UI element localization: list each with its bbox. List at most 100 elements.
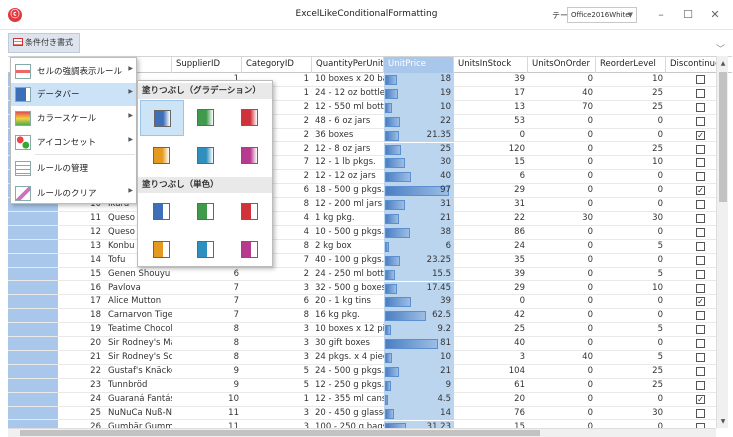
reorder-cell[interactable]: 25 — [596, 379, 666, 393]
column-header-categoryid[interactable]: CategoryID — [242, 57, 312, 73]
stock-cell[interactable]: 120 — [454, 143, 528, 157]
reorder-cell[interactable]: 0 — [596, 337, 666, 351]
table-row[interactable]: 18Carnarvon Tigers7816 kg pkg.62.54200 — [8, 309, 720, 324]
disc-cell[interactable]: ✓ — [666, 129, 720, 143]
horizontal-scroll-thumb[interactable] — [20, 430, 540, 436]
disc-cell[interactable] — [666, 407, 720, 421]
name-cell[interactable]: Sir Rodney's Scones — [105, 351, 172, 365]
minimize-button[interactable]: – — [651, 6, 671, 24]
price-cell[interactable]: 97 — [384, 184, 454, 199]
price-cell[interactable]: 15.5 — [384, 267, 454, 282]
vertical-scroll-thumb[interactable] — [719, 72, 727, 202]
reorder-cell[interactable]: 10 — [596, 73, 666, 87]
reorder-cell[interactable]: 5 — [596, 240, 666, 254]
order-cell[interactable]: 0 — [528, 184, 596, 198]
order-cell[interactable]: 0 — [528, 156, 596, 170]
order-cell[interactable]: 0 — [528, 170, 596, 184]
order-cell[interactable]: 0 — [528, 129, 596, 143]
stock-cell[interactable]: 24 — [454, 240, 528, 254]
name-cell[interactable]: Alice Mutton — [105, 295, 172, 309]
price-cell[interactable]: 14 — [384, 406, 454, 421]
discontinued-checkbox[interactable] — [696, 172, 705, 182]
discontinued-checkbox[interactable] — [696, 325, 705, 335]
disc-cell[interactable] — [666, 170, 720, 184]
stock-cell[interactable]: 25 — [454, 323, 528, 337]
qty-cell[interactable]: 12 - 12 oz jars — [312, 170, 384, 184]
gradient-databar-option[interactable] — [140, 138, 184, 174]
stock-cell[interactable]: 40 — [454, 337, 528, 351]
discontinued-checkbox[interactable] — [696, 269, 705, 279]
category-cell[interactable]: 3 — [242, 351, 312, 365]
close-button[interactable]: ✕ — [705, 6, 725, 24]
name-cell[interactable]: Sir Rodney's Marmalade — [105, 337, 172, 351]
price-cell[interactable]: 6 — [384, 239, 454, 254]
disc-cell[interactable] — [666, 87, 720, 101]
order-cell[interactable]: 70 — [528, 101, 596, 115]
order-cell[interactable]: 0 — [528, 365, 596, 379]
column-header-unitsinstock[interactable]: UnitsInStock — [454, 57, 528, 73]
column-header-unitsonorder[interactable]: UnitsOnOrder — [528, 57, 596, 73]
qty-cell[interactable]: 24 pkgs. x 4 pieces — [312, 351, 384, 365]
discontinued-checkbox[interactable]: ✓ — [696, 186, 705, 196]
product-id-cell[interactable]: 24 — [58, 393, 104, 407]
gradient-databar-option[interactable] — [184, 100, 228, 136]
qty-cell[interactable]: 18 - 500 g pkgs. — [312, 184, 384, 198]
name-cell[interactable]: Guaraná Fantástica — [105, 393, 172, 407]
order-cell[interactable]: 30 — [528, 212, 596, 226]
category-cell[interactable]: 8 — [242, 309, 312, 323]
maximize-button[interactable]: ☐ — [678, 6, 698, 24]
reorder-cell[interactable]: 30 — [596, 407, 666, 421]
order-cell[interactable]: 0 — [528, 254, 596, 268]
reorder-cell[interactable]: 25 — [596, 365, 666, 379]
table-row[interactable]: 15Genen Shouyu6224 - 250 ml bottles 15.53… — [8, 267, 720, 282]
menu-item-databar[interactable]: データバー ▶ — [11, 83, 136, 106]
stock-cell[interactable]: 86 — [454, 226, 528, 240]
order-cell[interactable]: 0 — [528, 143, 596, 157]
price-cell[interactable]: 9 — [384, 378, 454, 393]
price-cell[interactable]: 21 — [384, 364, 454, 379]
reorder-cell[interactable]: 25 — [596, 101, 666, 115]
menu-item-color-scale[interactable]: カラースケール ▶ — [11, 107, 136, 130]
disc-cell[interactable] — [666, 282, 720, 296]
disc-cell[interactable] — [666, 115, 720, 129]
reorder-cell[interactable]: 5 — [596, 268, 666, 282]
reorder-cell[interactable]: 0 — [596, 393, 666, 407]
disc-cell[interactable] — [666, 309, 720, 323]
supplier-cell[interactable]: 8 — [172, 337, 242, 351]
category-cell[interactable]: 5 — [242, 365, 312, 379]
discontinued-checkbox[interactable]: ✓ — [696, 297, 705, 307]
disc-cell[interactable] — [666, 101, 720, 115]
product-id-cell[interactable]: 25 — [58, 407, 104, 421]
qty-cell[interactable]: 32 - 500 g boxes — [312, 282, 384, 296]
table-row[interactable]: 20Sir Rodney's Marmalade8330 gift boxes 8… — [8, 337, 720, 351]
reorder-cell[interactable]: 10 — [596, 282, 666, 296]
discontinued-checkbox[interactable] — [696, 158, 705, 168]
supplier-cell[interactable]: 11 — [172, 407, 242, 421]
discontinued-checkbox[interactable] — [696, 353, 705, 362]
table-row[interactable]: 22Gustaf's Knäckebröd9524 - 500 g pkgs. 2… — [8, 364, 720, 379]
discontinued-checkbox[interactable] — [696, 241, 705, 251]
product-id-cell[interactable]: 22 — [58, 365, 104, 379]
disc-cell[interactable] — [666, 254, 720, 268]
discontinued-checkbox[interactable] — [696, 227, 705, 237]
order-cell[interactable]: 0 — [528, 268, 596, 282]
solid-databar-option[interactable] — [184, 194, 228, 230]
reorder-cell[interactable]: 0 — [596, 129, 666, 143]
order-cell[interactable]: 0 — [528, 240, 596, 254]
disc-cell[interactable]: ✓ — [666, 295, 720, 309]
disc-cell[interactable] — [666, 73, 720, 87]
category-cell[interactable]: 6 — [242, 295, 312, 309]
supplier-cell[interactable]: 9 — [172, 379, 242, 393]
ribbon-collapse-chevron-icon[interactable]: ﹀ — [716, 42, 725, 55]
price-cell[interactable]: 21.35 — [384, 128, 454, 143]
theme-select[interactable]: Office2016White ▼ — [567, 7, 637, 23]
name-cell[interactable]: Teatime Chocolate Biscuits — [105, 323, 172, 337]
category-cell[interactable]: 5 — [242, 379, 312, 393]
column-header-supplierid[interactable]: SupplierID — [172, 57, 242, 73]
column-header-unitprice[interactable]: UnitPrice — [384, 57, 454, 73]
solid-databar-option[interactable] — [228, 232, 272, 268]
product-id-cell[interactable]: 11 — [58, 212, 104, 226]
discontinued-checkbox[interactable] — [696, 380, 705, 390]
reorder-cell[interactable]: 0 — [596, 295, 666, 309]
order-cell[interactable]: 0 — [528, 393, 596, 407]
